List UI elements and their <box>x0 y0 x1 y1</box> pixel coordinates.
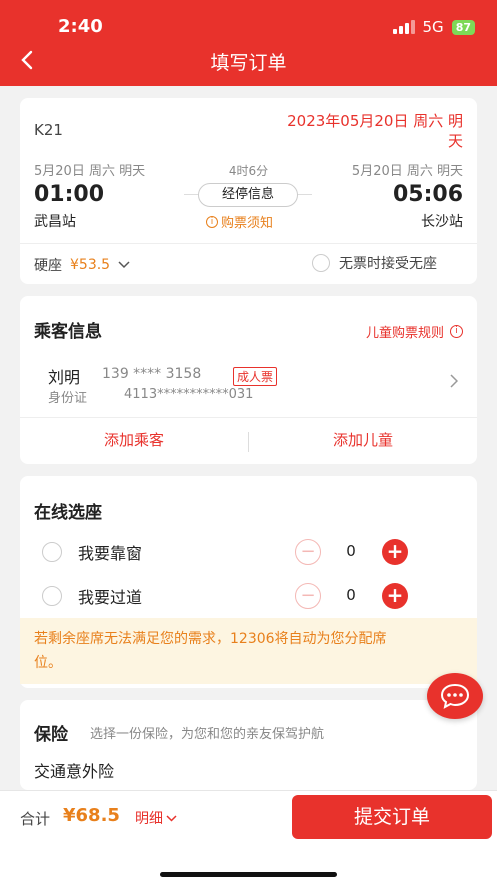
ticket-type-badge: 成人票 <box>233 367 278 386</box>
aisle-plus-button[interactable]: + <box>382 583 408 609</box>
bottom-bar: 合计 ¥68.5 明细 提交订单 <box>0 790 497 883</box>
status-indicators: 5G 87 <box>392 18 475 36</box>
chevron-right-icon <box>450 374 458 388</box>
travel-date-line2: 天 <box>447 132 463 150</box>
aisle-seat-radio[interactable] <box>42 586 62 606</box>
child-rules-label: 儿童购票规则 <box>365 326 444 341</box>
seat-selection-card: 在线选座 我要靠窗 − 0 + 我要过道 − 0 + 若剩余座席无法满足您的需求… <box>20 476 477 688</box>
travel-date-line1: 2023年05月20日 周六 明 <box>287 112 463 130</box>
window-plus-button[interactable]: + <box>382 539 408 565</box>
info-icon: i <box>206 215 218 228</box>
chat-bubble-icon <box>440 683 470 709</box>
arrival-station: 长沙站 <box>421 214 463 230</box>
add-passenger-button[interactable]: 添加乘客 <box>20 429 248 450</box>
total-price: ¥68.5 <box>63 805 120 826</box>
chevron-down-icon <box>118 261 130 269</box>
chevron-down-icon <box>166 814 177 822</box>
departure-station: 武昌站 <box>34 214 76 230</box>
passenger-row[interactable]: 刘明 139 **** 3158 成人票 身份证 4113***********… <box>20 358 477 414</box>
status-time: 2:40 <box>58 16 103 37</box>
no-seat-checkbox[interactable] <box>312 254 330 272</box>
seat-notice-line2: 位。 <box>34 655 62 671</box>
insurance-subtitle: 选择一份保险，为您和您的亲友保驾护航 <box>90 727 325 742</box>
window-seat-label: 我要靠窗 <box>78 544 143 563</box>
departure-time: 01:00 <box>34 182 105 207</box>
no-seat-label: 无票时接受无座 <box>339 256 437 272</box>
child-rules-link[interactable]: 儿童购票规则 i <box>366 322 463 341</box>
id-type: 身份证 <box>48 391 88 406</box>
submit-order-button[interactable]: 提交订单 <box>292 795 492 839</box>
seat-type-selector[interactable]: 硬座 ¥53.5 <box>34 255 130 275</box>
aisle-minus-button[interactable]: − <box>295 583 321 609</box>
add-child-button[interactable]: 添加儿童 <box>249 429 477 450</box>
aisle-count: 0 <box>346 586 356 604</box>
trip-card: K21 2023年05月20日 周六 明 天 5月20日 周六 明天 5月20日… <box>20 98 477 284</box>
home-indicator <box>160 872 337 877</box>
insurance-item[interactable]: 交通意外险 <box>34 758 114 782</box>
price-detail-button[interactable]: 明细 <box>135 808 177 828</box>
duration: 4时6分 <box>228 164 269 178</box>
passenger-card: 乘客信息 儿童购票规则 i 刘明 139 **** 3158 成人票 身份证 4… <box>20 296 477 464</box>
arrival-time: 05:06 <box>392 182 463 207</box>
seat-section-title: 在线选座 <box>34 503 102 523</box>
seat-price: ¥53.5 <box>70 257 111 273</box>
chat-button[interactable] <box>427 673 483 719</box>
passenger-phone: 139 **** 3158 <box>102 366 202 382</box>
ticket-notice-link[interactable]: i 购票须知 <box>206 212 273 231</box>
insurance-section-title: 保险 <box>34 725 68 745</box>
id-number: 4113***********031 <box>124 387 254 402</box>
passenger-name: 刘明 <box>48 368 81 387</box>
total-label: 合计 <box>20 810 51 828</box>
seat-notice: 若剩余座席无法满足您的需求，12306将自动为您分配席 位。 <box>20 618 477 684</box>
battery-icon: 87 <box>451 19 475 35</box>
signal-icon <box>392 20 415 34</box>
header-bar: 2:40 5G 87 填写订单 <box>0 0 497 86</box>
passenger-section-title: 乘客信息 <box>34 322 102 342</box>
insurance-card: 保险 选择一份保险，为您和您的亲友保驾护航 交通意外险 <box>20 700 477 790</box>
ticket-notice-label: 购票须知 <box>221 216 274 231</box>
aisle-seat-label: 我要过道 <box>78 588 143 607</box>
info-icon: i <box>450 325 463 338</box>
page-title: 填写订单 <box>210 52 287 74</box>
train-number: K21 <box>34 121 63 139</box>
travel-date: 2023年05月20日 周六 明 天 <box>287 111 463 151</box>
stops-info-button[interactable]: 经停信息 <box>198 183 298 207</box>
window-seat-radio[interactable] <box>42 542 62 562</box>
network-label: 5G <box>422 18 444 36</box>
seat-type-label: 硬座 <box>34 258 62 274</box>
seat-notice-line1: 若剩余座席无法满足您的需求，12306将自动为您分配席 <box>34 631 387 647</box>
window-count: 0 <box>346 542 356 560</box>
price-detail-label: 明细 <box>135 811 163 827</box>
window-minus-button[interactable]: − <box>295 539 321 565</box>
